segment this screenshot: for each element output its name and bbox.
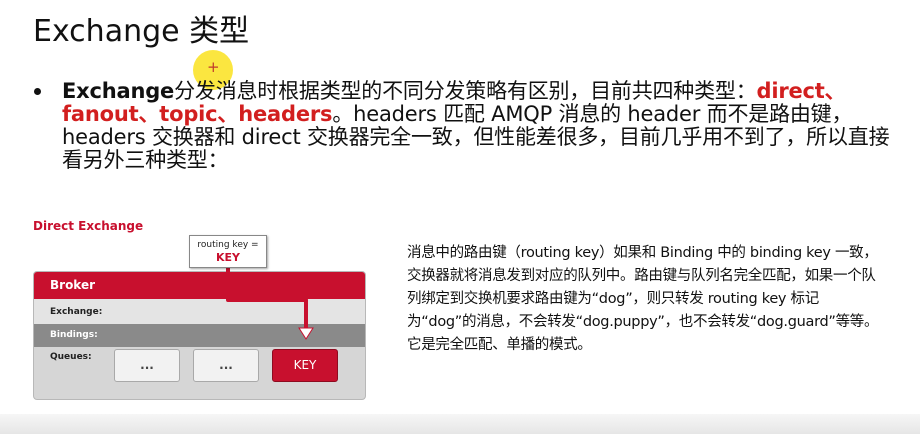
bindings-label: Bindings: xyxy=(50,330,98,340)
exchange-row: Exchange: xyxy=(34,299,365,324)
bullet-text-1: 分发消息时根据类型的不同分发策略有区别，目前共四种类型： xyxy=(174,79,757,103)
bullet-dot-icon xyxy=(34,88,41,95)
pointer-crosshair-icon: + xyxy=(207,58,220,76)
description-text: 消息中的路由键（routing key）如果和 Binding 中的 bindi… xyxy=(407,245,879,353)
diagram-title: Direct Exchange xyxy=(33,219,144,233)
slide: Exchange 类型 + Exchange分发消息时根据类型的不同分发策略有区… xyxy=(0,0,920,434)
bullet-lead: Exchange xyxy=(62,79,175,103)
broker-box: Broker Exchange: Bindings: Queues: ... .… xyxy=(33,271,366,400)
routing-key-label: routing key = xyxy=(197,240,259,250)
broker-header: Broker xyxy=(34,272,365,299)
routing-key-value: KEY xyxy=(215,251,240,264)
queue-1: ... xyxy=(114,349,180,382)
exchange-label: Exchange: xyxy=(50,307,103,317)
queues-label: Queues: xyxy=(50,352,92,362)
bindings-row: Bindings: xyxy=(34,324,365,347)
routing-key-box: routing key = KEY xyxy=(189,235,267,268)
bullet-text: Exchange分发消息时根据类型的不同分发策略有区别，目前共四种类型：dire… xyxy=(62,80,897,172)
queue-2: ... xyxy=(193,349,259,382)
queue-key: KEY xyxy=(272,349,338,382)
footer-bar xyxy=(0,414,920,434)
slide-title: Exchange 类型 xyxy=(33,14,250,49)
